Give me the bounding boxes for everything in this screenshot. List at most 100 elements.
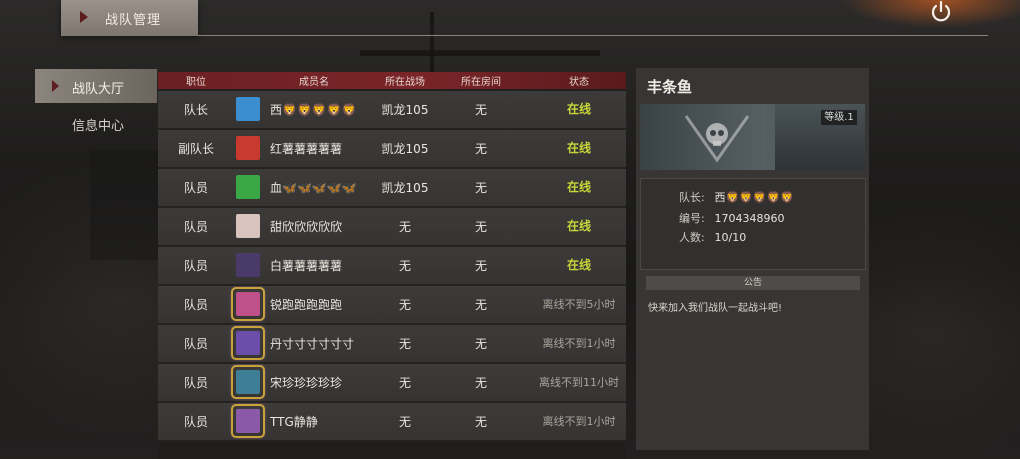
- nav-info-center-label: 信息中心: [72, 119, 125, 134]
- power-button[interactable]: [928, 0, 954, 24]
- member-name: 甜欣欣欣欣欣: [270, 220, 343, 234]
- id-value: 1704348960: [714, 212, 785, 225]
- member-name: 丹寸寸寸寸寸寸: [270, 337, 355, 351]
- avatar[interactable]: [233, 289, 263, 319]
- table-row[interactable]: 队员 TTG静静 无 无 离线不到1小时: [158, 403, 626, 442]
- col-role: 职位: [186, 77, 206, 88]
- member-role: 副队长: [177, 142, 214, 156]
- id-row: 编号: 1704348960: [679, 210, 785, 226]
- member-team: 无: [398, 337, 411, 351]
- member-room: 无: [474, 181, 487, 195]
- member-name: 宋珍珍珍珍珍: [270, 376, 343, 390]
- member-room: 无: [474, 142, 487, 156]
- table-row[interactable]: 副队长 红薯薯薯薯薯 凯龙105 无 在线: [158, 130, 626, 169]
- table-row[interactable]: 队员 丹寸寸寸寸寸寸 无 无 离线不到1小时: [158, 325, 626, 364]
- table-row[interactable]: 队员 宋珍珍珍珍珍 无 无 离线不到11小时: [158, 364, 626, 403]
- avatar-image: [236, 370, 260, 394]
- page-title: 战队管理: [105, 13, 162, 28]
- id-label: 编号:: [679, 212, 705, 225]
- table-row[interactable]: 队员 白薯薯薯薯薯 无 无 在线: [158, 247, 626, 286]
- team-info-box: 队长: 西🦁🦁🦁🦁🦁 编号: 1704348960 人数: 10/10: [640, 178, 866, 270]
- member-name: TTG静静: [270, 415, 318, 429]
- play-arrow-icon: [80, 11, 88, 23]
- col-name: 成员名: [299, 77, 329, 88]
- member-team: 凯龙105: [381, 181, 429, 195]
- avatar[interactable]: [233, 172, 263, 202]
- header-divider: [198, 35, 988, 36]
- team-level-badge: 等级.1: [821, 110, 857, 125]
- nav-team-hall[interactable]: 战队大厅: [35, 69, 157, 103]
- member-role: 队员: [183, 181, 208, 195]
- member-team: 无: [398, 415, 411, 429]
- page-title-tab: 战队管理: [61, 0, 198, 36]
- skull-emblem-icon: [684, 115, 750, 163]
- col-room: 所在房间: [461, 77, 501, 88]
- member-team: 凯龙105: [381, 142, 429, 156]
- col-status: 状态: [569, 77, 589, 88]
- member-team: 无: [398, 298, 411, 312]
- avatar-image: [236, 292, 260, 316]
- play-arrow-icon: [52, 80, 59, 92]
- member-team: 无: [398, 220, 411, 234]
- member-room: 无: [474, 376, 487, 390]
- member-status: 离线不到11小时: [539, 376, 619, 389]
- member-role: 队员: [183, 259, 208, 273]
- avatar-image: [236, 214, 260, 238]
- member-team: 无: [398, 376, 411, 390]
- member-status: 在线: [566, 180, 591, 194]
- member-role: 队员: [183, 415, 208, 429]
- avatar-image: [236, 331, 260, 355]
- nav-team-hall-label: 战队大厅: [72, 82, 125, 97]
- member-status: 在线: [566, 141, 591, 155]
- nav-info-center[interactable]: 信息中心: [35, 106, 157, 140]
- member-name: 锐跑跑跑跑跑: [270, 298, 343, 312]
- member-role: 队员: [183, 298, 208, 312]
- member-room: 无: [474, 259, 487, 273]
- team-name: 丰条鱼: [647, 78, 693, 96]
- member-status: 在线: [566, 102, 591, 116]
- member-status: 在线: [566, 219, 591, 233]
- table-row[interactable]: 队员 锐跑跑跑跑跑 无 无 离线不到5小时: [158, 286, 626, 325]
- member-status: 离线不到1小时: [542, 415, 616, 428]
- captain-value: 西🦁🦁🦁🦁🦁: [714, 191, 794, 204]
- team-info-panel: 丰条鱼 等级.1 队长: 西🦁🦁🦁🦁🦁 编号: 1704348960 人数: 1…: [636, 68, 869, 450]
- table-row[interactable]: 队员 血🦋🦋🦋🦋🦋 凯龙105 无 在线: [158, 169, 626, 208]
- member-status: 离线不到5小时: [542, 298, 616, 311]
- avatar[interactable]: [233, 250, 263, 280]
- member-room: 无: [474, 103, 487, 117]
- member-name: 西🦁🦁🦁🦁🦁: [270, 103, 357, 117]
- avatar[interactable]: [233, 367, 263, 397]
- avatar-image: [236, 97, 260, 121]
- avatar[interactable]: [233, 94, 263, 124]
- col-team: 所在战场: [385, 77, 425, 88]
- member-status: 离线不到1小时: [542, 337, 616, 350]
- member-room: 无: [474, 220, 487, 234]
- member-role: 队员: [183, 220, 208, 234]
- table-row[interactable]: 队员 甜欣欣欣欣欣 无 无 在线: [158, 208, 626, 247]
- member-team: 凯龙105: [381, 103, 429, 117]
- member-room: 无: [474, 415, 487, 429]
- avatar[interactable]: [233, 406, 263, 436]
- team-banner: 等级.1: [640, 104, 865, 170]
- member-name: 红薯薯薯薯薯: [270, 142, 343, 156]
- avatar-image: [236, 253, 260, 277]
- member-room: 无: [474, 337, 487, 351]
- count-value: 10/10: [714, 231, 747, 244]
- count-label: 人数:: [679, 231, 705, 244]
- background-beam: [360, 50, 600, 56]
- avatar[interactable]: [233, 211, 263, 241]
- avatar-image: [236, 409, 260, 433]
- table-row[interactable]: 队长 西🦁🦁🦁🦁🦁 凯龙105 无 在线: [158, 91, 626, 130]
- notice-title: 公告: [646, 276, 860, 290]
- avatar[interactable]: [233, 133, 263, 163]
- captain-label: 队长:: [679, 191, 705, 204]
- table-header: 职位 成员名 所在战场 所在房间 状态: [158, 72, 626, 89]
- member-role: 队长: [183, 103, 208, 117]
- avatar-image: [236, 175, 260, 199]
- member-name: 白薯薯薯薯薯: [270, 259, 343, 273]
- avatar[interactable]: [233, 328, 263, 358]
- background-building: [90, 150, 160, 260]
- member-table: 职位 成员名 所在战场 所在房间 状态 队长 西🦁🦁🦁🦁🦁 凯龙105 无在线 副队长红…: [158, 72, 626, 459]
- avatar-image: [236, 136, 260, 160]
- member-role: 队员: [183, 337, 208, 351]
